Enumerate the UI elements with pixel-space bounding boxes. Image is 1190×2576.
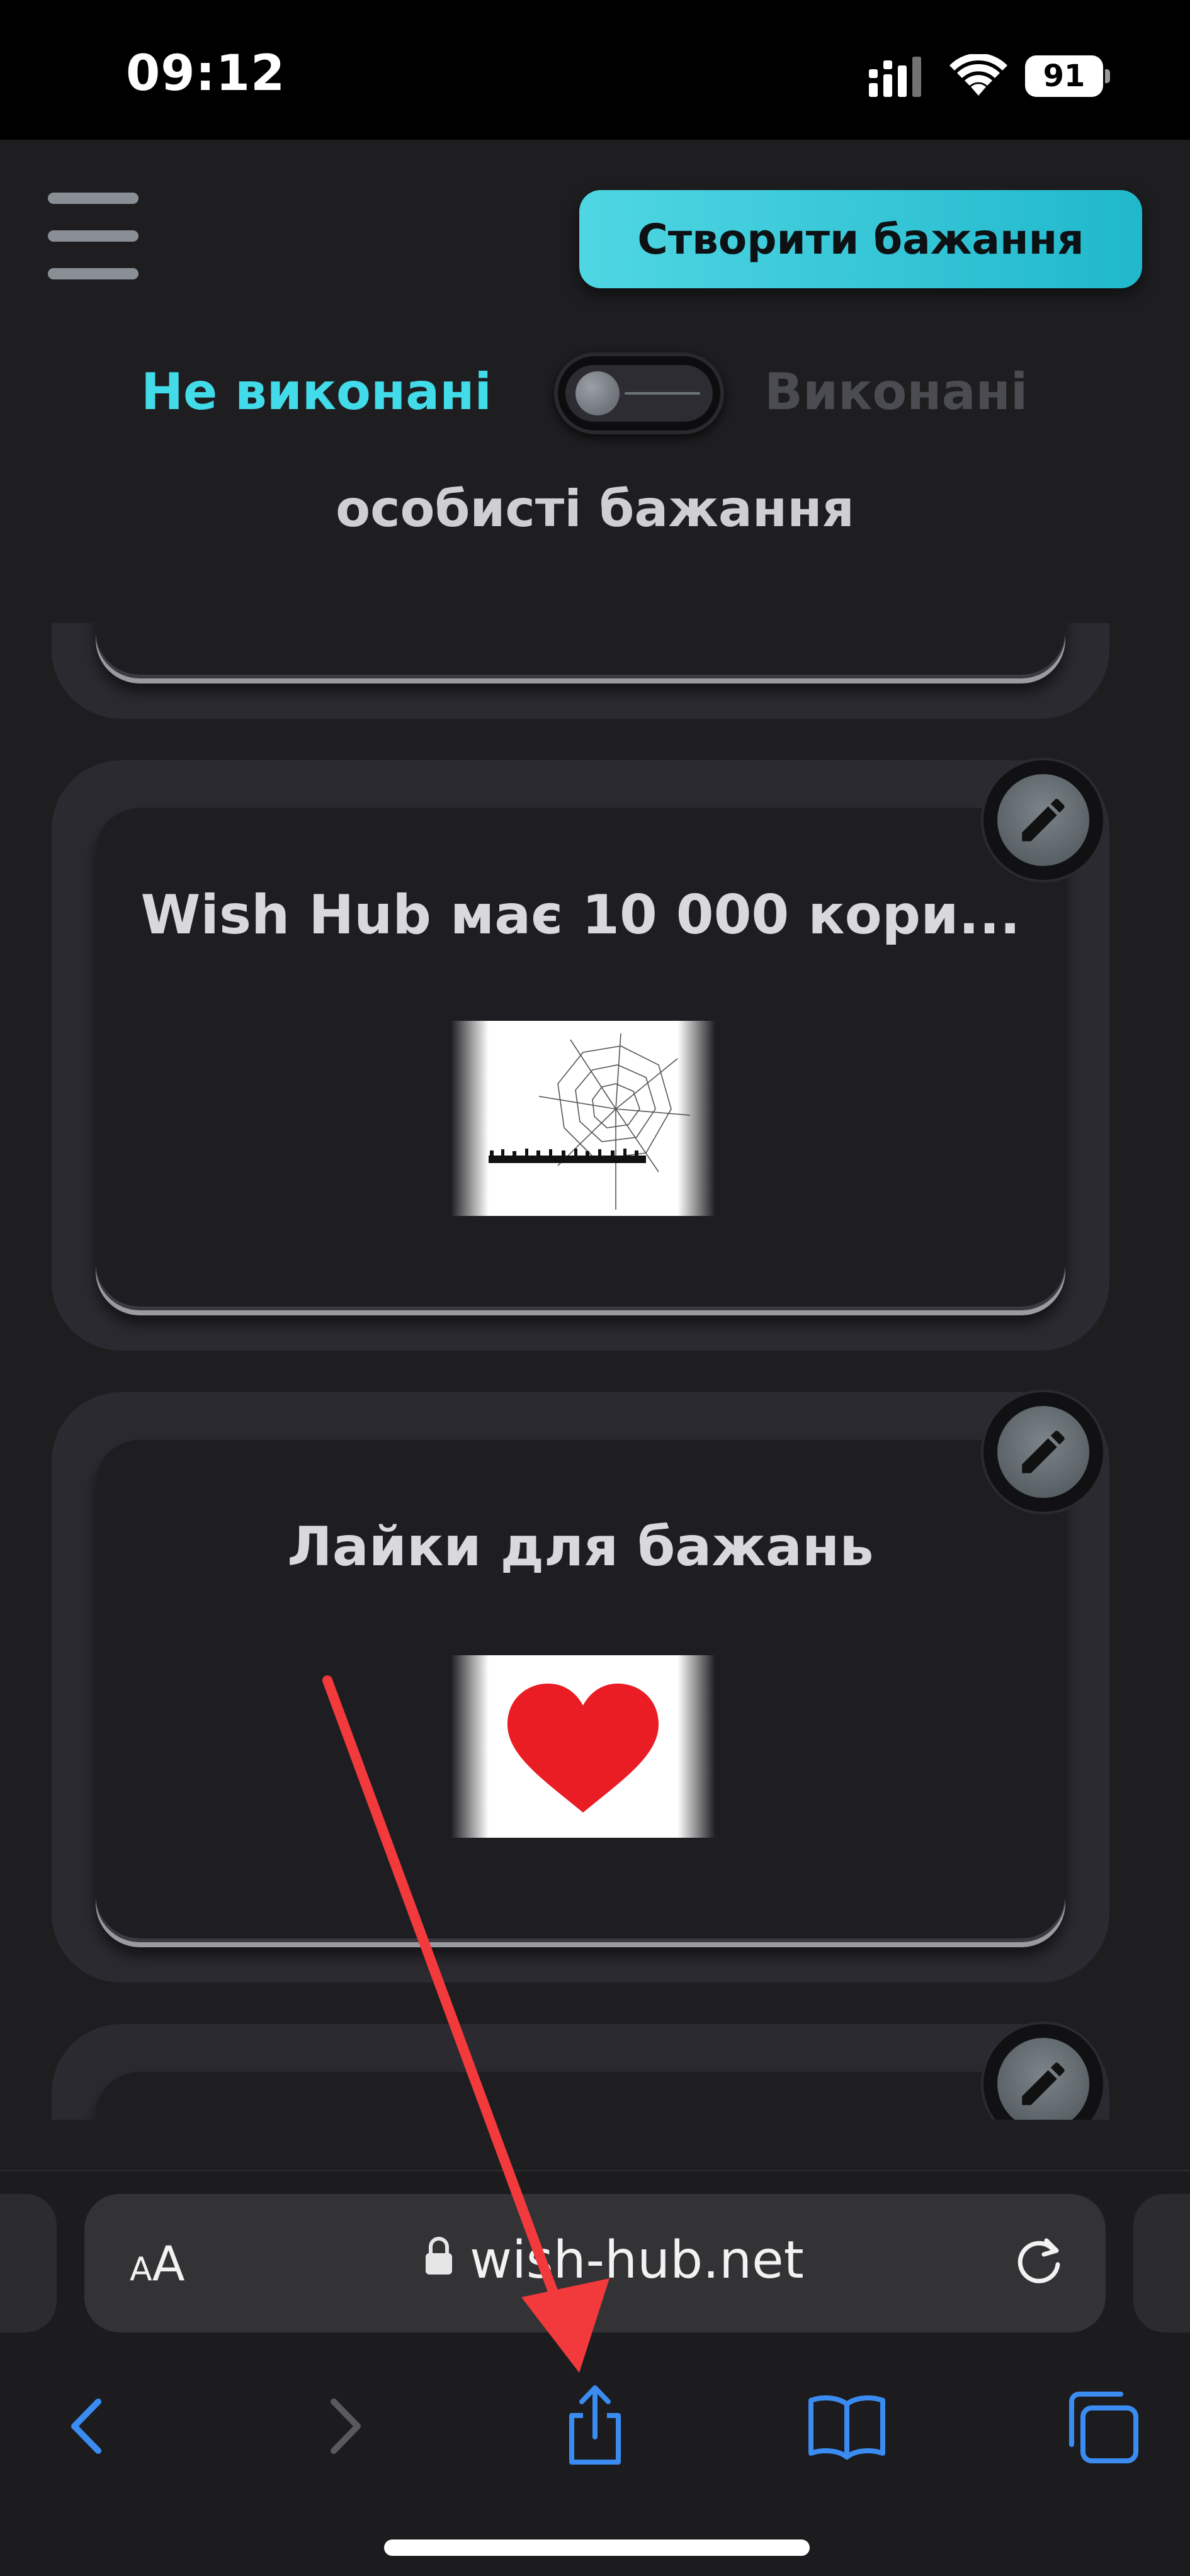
lock-icon (426, 2237, 452, 2275)
previous-tab-peek[interactable] (0, 2194, 57, 2332)
address-bar[interactable]: AA wish-hub.net (84, 2194, 1106, 2332)
battery-indicator: 91 (1025, 55, 1110, 97)
create-wish-button[interactable]: Створити бажання (579, 190, 1142, 288)
back-button[interactable] (40, 2379, 135, 2473)
wish-card[interactable]: Лайки для бажань (52, 1392, 1109, 1983)
filter-row: Не виконані Виконані (0, 352, 1190, 434)
share-button[interactable] (548, 2379, 642, 2473)
wish-list: Wish Hub має 10 000 кори... Лайки для ба… (0, 623, 1190, 2120)
wifi-icon (949, 54, 1007, 96)
pencil-icon (1022, 2062, 1065, 2105)
battery-level: 91 (1043, 59, 1085, 94)
wish-title: Wish Hub має 10 000 кори... (140, 884, 1021, 947)
pencil-icon (1022, 1431, 1065, 1473)
wish-card[interactable] (52, 2024, 1109, 2120)
status-time: 09:12 (126, 45, 286, 102)
red-heart-image (451, 1655, 715, 1838)
edit-wish-button[interactable] (983, 760, 1103, 880)
hamburger-menu-icon[interactable] (45, 189, 140, 283)
next-tab-peek[interactable] (1133, 2194, 1190, 2332)
app-screen: 09:12 91 Створити бажання Не виконані Ви… (0, 0, 1190, 2576)
home-indicator (384, 2539, 810, 2556)
text-size-button[interactable]: AA (130, 2236, 185, 2292)
status-bar: 09:12 91 (0, 0, 1190, 140)
forward-icon (331, 2399, 361, 2454)
url-text: wish-hub.net (470, 2230, 804, 2290)
tabs-button[interactable] (1053, 2379, 1147, 2473)
edit-wish-button[interactable] (983, 1392, 1103, 1512)
cellular-signal-icon (869, 57, 921, 97)
section-title: особисті бажання (336, 480, 854, 538)
done-toggle-switch[interactable] (554, 352, 724, 434)
browser-toolbar: AA wish-hub.net (0, 2170, 1190, 2576)
forward-button[interactable] (297, 2379, 392, 2473)
reload-icon[interactable] (1007, 2229, 1070, 2292)
wish-card[interactable] (52, 623, 1109, 719)
filter-done-label[interactable]: Виконані (764, 363, 1028, 421)
pencil-icon (1022, 799, 1065, 841)
back-icon (71, 2399, 101, 2454)
spider-web-image (451, 1021, 715, 1216)
wish-title: Лайки для бажань (287, 1516, 874, 1578)
tabs-icon (1069, 2392, 1138, 2463)
filter-not-done-label[interactable]: Не виконані (141, 363, 492, 421)
toggle-knob (575, 371, 620, 415)
share-icon (569, 2385, 621, 2465)
wish-card[interactable]: Wish Hub має 10 000 кори... (52, 760, 1109, 1351)
bookmarks-icon (808, 2395, 885, 2460)
bookmarks-button[interactable] (800, 2379, 894, 2473)
edit-wish-button[interactable] (983, 2024, 1103, 2120)
